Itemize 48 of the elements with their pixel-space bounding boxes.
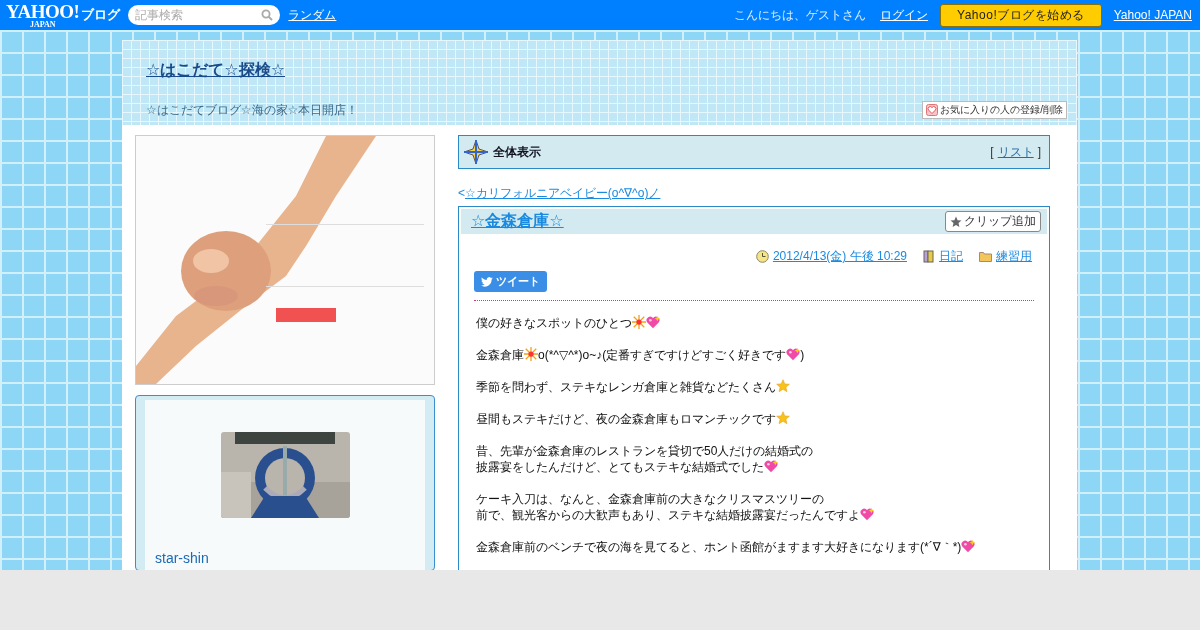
search-field[interactable]: 記事検索 bbox=[128, 5, 281, 25]
yahoo-japan-link[interactable]: Yahoo! JAPAN bbox=[1113, 8, 1192, 22]
greeting-text: こんにちは、ゲストさん bbox=[734, 6, 867, 24]
heart-icon bbox=[786, 347, 801, 361]
heart-icon bbox=[926, 104, 939, 116]
heart-icon bbox=[860, 507, 874, 521]
search-icon[interactable] bbox=[261, 9, 274, 21]
favorite-button[interactable]: お気に入りの人の登録/削除 bbox=[922, 101, 1067, 119]
book-icon bbox=[923, 250, 935, 263]
category-link[interactable]: 日記 bbox=[939, 248, 963, 265]
star-icon bbox=[776, 379, 790, 393]
bird-icon bbox=[481, 276, 493, 287]
article-paragraph: 昔、先輩が金森倉庫のレストランを貸切で50人だけの結婚式の 披露宴をしたんだけど、とてもステキな結婚式でした bbox=[476, 443, 815, 475]
article-paragraph: 僕の好きなスポットのひとつ bbox=[476, 315, 1032, 331]
article-paragraph: 金森倉庫前のベンチで夜の海を見てると、ホント函館がますます大好きになります(*´∇｀*) bbox=[476, 539, 1032, 555]
blog-title[interactable]: ☆はこだて☆探検☆ bbox=[146, 61, 286, 78]
clip-button[interactable]: クリップ追加 bbox=[945, 211, 1041, 232]
folder-link[interactable]: 練習用 bbox=[996, 248, 1032, 265]
bracket-text: [ bbox=[990, 145, 994, 159]
date-link[interactable]: 2012/4/13(金) 午後 10:29 bbox=[772, 248, 907, 265]
tweet-button[interactable]: ツイート bbox=[474, 271, 547, 292]
list-link[interactable]: リスト bbox=[997, 143, 1034, 161]
sparkle-icon bbox=[632, 315, 646, 329]
heart-icon bbox=[764, 459, 778, 473]
article-paragraph: 昼間もステキだけど、夜の金森倉庫もロマンチックです bbox=[476, 411, 1032, 427]
article-paragraph: 金森倉庫 o(*^▽^*)o~♪(定番すぎですけどすごく好きです ) bbox=[476, 347, 806, 363]
start-blog-button[interactable]: Yahoo!ブログを始める bbox=[940, 3, 1102, 27]
folder-icon bbox=[979, 251, 992, 262]
bracket-text: ] bbox=[1037, 145, 1041, 159]
star-icon bbox=[776, 411, 790, 425]
article-title[interactable]: ☆金森倉庫☆ bbox=[471, 211, 564, 232]
prev-arrow: < bbox=[458, 186, 465, 200]
blog-description: ☆はこだてブログ☆海の家☆本日開店！ bbox=[146, 102, 359, 119]
star-icon bbox=[950, 215, 962, 228]
profile-name[interactable]: star-shin bbox=[155, 550, 209, 566]
clock-icon bbox=[755, 250, 769, 263]
article-paragraph: 季節を問わず、ステキなレンガ倉庫と雑貨などたくさん bbox=[476, 379, 1032, 395]
star-icon bbox=[463, 139, 489, 165]
service-name: ブログ bbox=[81, 6, 121, 24]
article-paragraph: ケーキ入刀は、なんと、金森倉庫前の大きなクリスマスツリーの 前で、観光客からの大歓声もあり、ステキな結婚披露宴だったんですよ bbox=[476, 491, 1032, 523]
login-link[interactable]: ログイン bbox=[880, 6, 929, 24]
heart-icon bbox=[646, 315, 660, 329]
prev-article-link[interactable]: ☆カリフォルニアベイビー(o^∇^o)ノ bbox=[465, 186, 661, 200]
sparkle-icon bbox=[524, 347, 538, 361]
random-link[interactable]: ランダム bbox=[288, 6, 337, 24]
yahoo-logo[interactable]: YAHOO! JAPAN bbox=[6, 1, 80, 29]
heart-icon bbox=[961, 539, 976, 553]
section-title: 全体表示 bbox=[493, 143, 541, 161]
